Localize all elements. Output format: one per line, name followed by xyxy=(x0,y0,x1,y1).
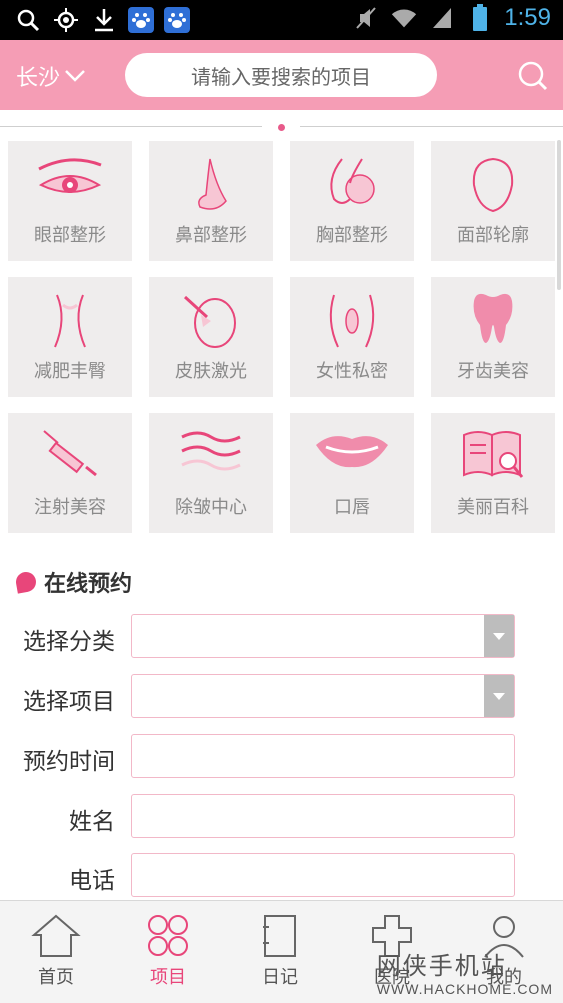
field-label: 选择分类 xyxy=(23,629,115,655)
book-icon xyxy=(463,431,524,478)
category-tile[interactable]: 注射美容 xyxy=(8,413,132,533)
speech-bubble-icon xyxy=(14,570,38,594)
category-tile[interactable]: 胸部整形 xyxy=(290,141,414,261)
tooth-icon xyxy=(473,293,513,343)
clock: 1:59 xyxy=(504,4,551,31)
category-tile[interactable]: 鼻部整形 xyxy=(149,141,273,261)
face-contour-icon xyxy=(472,157,514,213)
baidu-app-icon xyxy=(128,7,154,33)
category-label: 除皱中心 xyxy=(175,497,247,518)
search-input[interactable]: 请输入要搜索的项目 xyxy=(125,53,437,97)
form-row-phone: 电话 xyxy=(0,853,563,899)
female-icon xyxy=(329,294,375,348)
signal-icon xyxy=(428,4,456,32)
wave-icon xyxy=(181,431,241,471)
field-label: 电话 xyxy=(69,868,115,894)
category-tile[interactable]: 除皱中心 xyxy=(149,413,273,533)
form-row-project: 选择项目 xyxy=(0,674,563,720)
home-icon xyxy=(31,914,81,957)
city-selector[interactable]: 长沙 xyxy=(16,60,86,92)
form-row-name: 姓名 xyxy=(0,794,563,840)
category-label: 鼻部整形 xyxy=(175,225,247,246)
status-bar: 1:59 xyxy=(0,0,563,40)
category-label: 口唇 xyxy=(334,497,370,518)
field-label: 预约时间 xyxy=(23,749,115,775)
search-icon xyxy=(14,6,42,34)
gps-icon xyxy=(52,6,80,34)
category-tile[interactable]: 美丽百科 xyxy=(431,413,555,533)
category-label: 胸部整形 xyxy=(316,225,388,246)
wifi-icon xyxy=(390,4,418,32)
header-bar: 长沙 请输入要搜索的项目 xyxy=(0,40,563,110)
category-tile[interactable]: 面部轮廓 xyxy=(431,141,555,261)
chevron-down-icon xyxy=(65,70,85,82)
lips-icon xyxy=(316,436,388,468)
download-icon xyxy=(90,6,118,34)
category-label: 女性私密 xyxy=(316,361,388,382)
watermark-text: 网侠手机站 xyxy=(376,953,507,980)
watermark: 网侠手机站 WWW.HACKHOME.COM xyxy=(377,946,553,997)
category-label: 注射美容 xyxy=(34,497,106,518)
category-tile[interactable]: 牙齿美容 xyxy=(431,277,555,397)
tab-projects[interactable]: 项目 xyxy=(112,901,224,1003)
diary-icon xyxy=(263,915,296,957)
dropdown-arrow-icon[interactable] xyxy=(484,615,514,657)
body-icon xyxy=(54,294,86,348)
page-indicator xyxy=(278,124,285,131)
eye-icon xyxy=(38,158,102,193)
category-tile[interactable]: 眼部整形 xyxy=(8,141,132,261)
category-label: 皮肤激光 xyxy=(175,361,247,382)
project-select[interactable] xyxy=(131,674,515,718)
search-placeholder: 请输入要搜索的项目 xyxy=(191,64,371,89)
tab-label: 项目 xyxy=(150,967,186,988)
category-tile[interactable]: 皮肤激光 xyxy=(149,277,273,397)
category-label: 美丽百科 xyxy=(457,497,529,518)
category-select[interactable] xyxy=(131,614,515,658)
mute-icon xyxy=(352,4,380,32)
battery-icon xyxy=(466,4,494,32)
tab-label: 日记 xyxy=(262,967,298,988)
field-label: 姓名 xyxy=(69,809,115,835)
chest-icon xyxy=(330,158,375,204)
category-label: 面部轮廓 xyxy=(457,225,529,246)
category-tile[interactable]: 女性私密 xyxy=(290,277,414,397)
form-row-time: 预约时间 xyxy=(0,734,563,780)
page-divider xyxy=(0,126,262,127)
nose-icon xyxy=(198,158,227,210)
appointment-time-input[interactable] xyxy=(131,734,515,778)
syringe-icon xyxy=(43,430,97,477)
laser-icon xyxy=(183,295,236,348)
baidu-app-icon xyxy=(164,7,190,33)
booking-title: 在线预约 xyxy=(44,572,133,597)
bottom-tab-bar: 首页 项目 日记 医院 我的 网侠手机站 WWW.HACKHOME.COM xyxy=(0,900,563,1003)
dropdown-arrow-icon[interactable] xyxy=(484,675,514,717)
category-label: 眼部整形 xyxy=(34,225,106,246)
name-input[interactable] xyxy=(131,794,515,838)
form-row-category: 选择分类 xyxy=(0,614,563,660)
city-label: 长沙 xyxy=(16,66,61,91)
category-tile[interactable]: 减肥丰臀 xyxy=(8,277,132,397)
scrollbar[interactable] xyxy=(557,140,561,290)
watermark-url: WWW.HACKHOME.COM xyxy=(376,981,553,997)
search-button-icon[interactable] xyxy=(517,60,549,92)
projects-icon xyxy=(148,915,188,956)
category-tile[interactable]: 口唇 xyxy=(290,413,414,533)
tab-home[interactable]: 首页 xyxy=(0,901,112,1003)
category-label: 减肥丰臀 xyxy=(34,361,106,382)
section-title: 在线预约 xyxy=(14,566,133,598)
category-label: 牙齿美容 xyxy=(457,361,529,382)
page-divider xyxy=(300,126,563,127)
field-label: 选择项目 xyxy=(23,689,115,715)
tab-label: 首页 xyxy=(38,967,74,988)
tab-diary[interactable]: 日记 xyxy=(224,901,336,1003)
phone-input[interactable] xyxy=(131,853,515,897)
